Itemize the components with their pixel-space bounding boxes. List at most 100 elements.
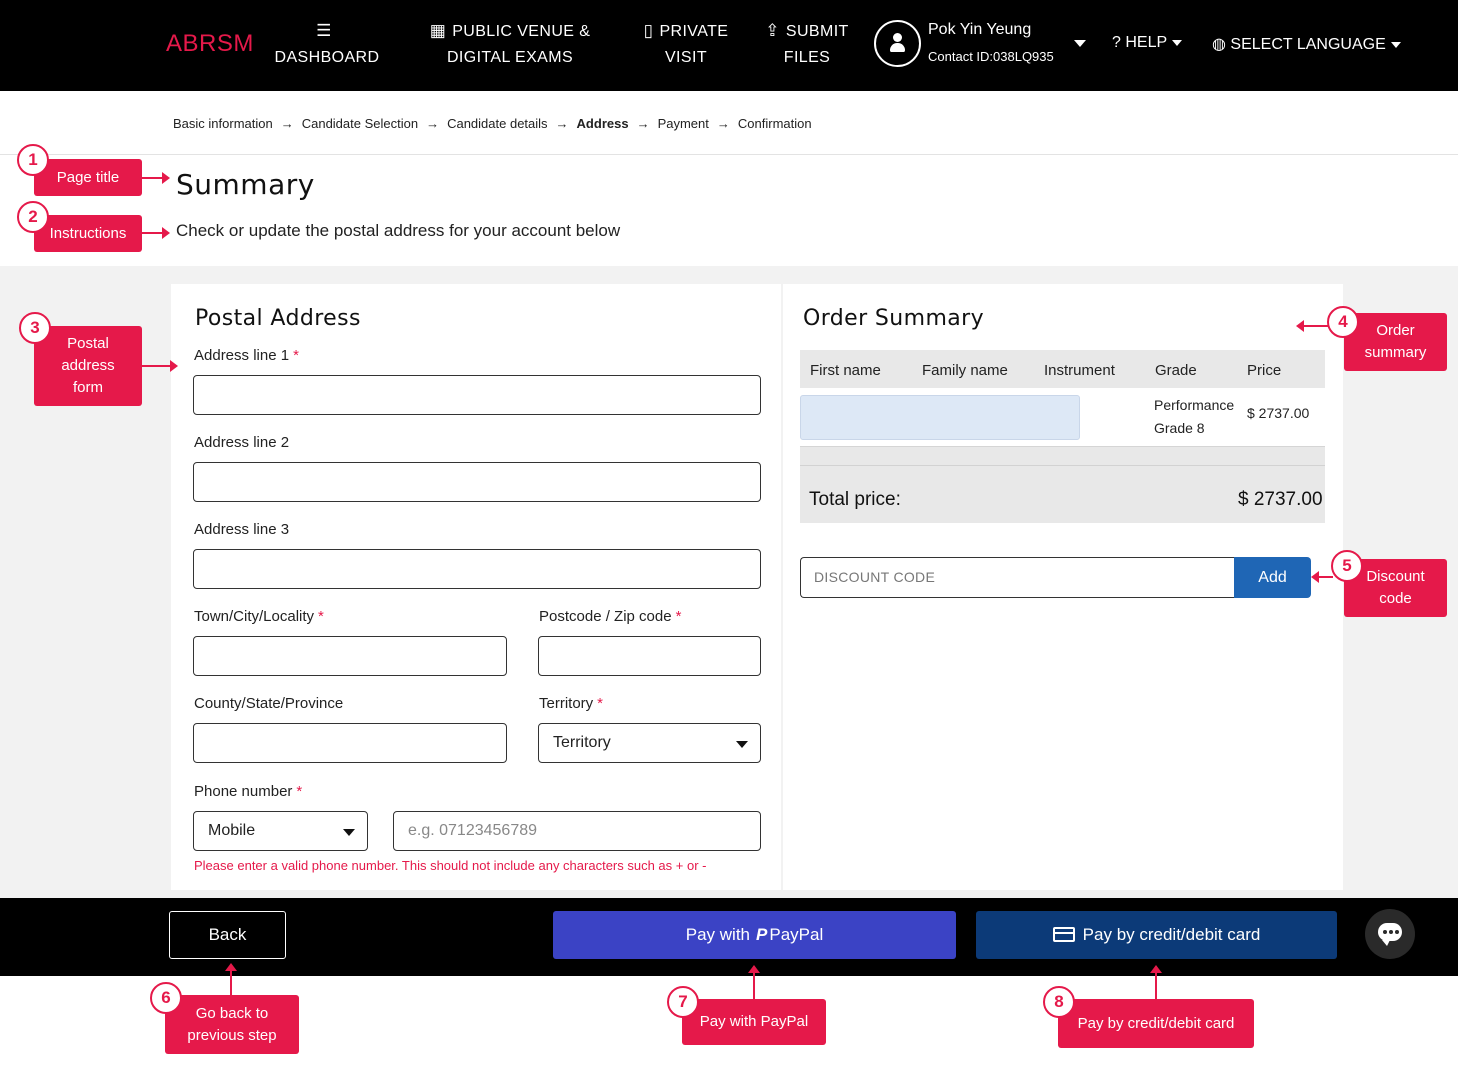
language-menu[interactable]: ◍ SELECT LANGUAGE bbox=[1212, 34, 1401, 54]
annotation-number-4: 4 bbox=[1327, 306, 1359, 338]
discount-add-button[interactable]: Add bbox=[1234, 557, 1311, 598]
col-first-name: First name bbox=[810, 362, 881, 379]
candidate-name-cell bbox=[800, 395, 1080, 440]
territory-label: Territory * bbox=[539, 695, 604, 712]
id-badge-icon: ▯ bbox=[643, 21, 654, 40]
annotation-page-title: Page title bbox=[34, 159, 142, 196]
arrow-right-icon: → bbox=[636, 116, 650, 131]
annotation-number-3: 3 bbox=[19, 312, 51, 344]
arrow-right-icon: → bbox=[716, 116, 730, 131]
page-instructions: Check or update the postal address for y… bbox=[176, 221, 621, 240]
chevron-down-icon bbox=[343, 829, 355, 836]
abrsm-logo[interactable]: ABRSM bbox=[166, 30, 254, 58]
table-spacer bbox=[800, 446, 1325, 465]
col-family-name: Family name bbox=[922, 362, 1008, 379]
address-line-2-input[interactable] bbox=[193, 462, 761, 502]
annotation-arrow bbox=[1311, 571, 1333, 583]
phone-type-select[interactable]: Mobile bbox=[193, 811, 368, 851]
annotation-order-summary: Order summary bbox=[1344, 313, 1447, 371]
annotation-go-back: Go back to previous step bbox=[165, 995, 299, 1054]
phone-error-message: Please enter a valid phone number. This … bbox=[194, 858, 707, 873]
help-menu[interactable]: ? HELP bbox=[1112, 34, 1183, 52]
price-cell: $ 2737.00 bbox=[1247, 405, 1310, 421]
user-contact-id: Contact ID:038LQ935 bbox=[928, 49, 1054, 64]
pay-by-card-button[interactable]: Pay by credit/debit card bbox=[976, 911, 1337, 959]
chevron-down-icon bbox=[1390, 41, 1401, 48]
annotation-arrow bbox=[142, 360, 178, 372]
language-label: SELECT LANGUAGE bbox=[1230, 36, 1386, 53]
postcode-label: Postcode / Zip code * bbox=[539, 608, 682, 625]
nav-submit-label-1: SUBMIT bbox=[785, 23, 849, 40]
annotation-arrow bbox=[142, 172, 170, 184]
annotation-arrow bbox=[1150, 965, 1162, 1000]
breadcrumb-candidate-selection[interactable]: Candidate Selection bbox=[302, 116, 418, 131]
annotation-number-2: 2 bbox=[17, 201, 49, 233]
help-label: HELP bbox=[1125, 34, 1168, 51]
nav-dashboard-label: DASHBOARD bbox=[274, 49, 380, 66]
address-line-3-label: Address line 3 bbox=[194, 521, 290, 538]
total-price-label: Total price: bbox=[809, 489, 901, 510]
phone-type-value: Mobile bbox=[208, 822, 256, 839]
discount-code-input[interactable]: DISCOUNT CODE bbox=[800, 557, 1234, 598]
col-price: Price bbox=[1247, 362, 1282, 379]
breadcrumb-payment: Payment bbox=[657, 116, 709, 131]
phone-number-input[interactable]: e.g. 07123456789 bbox=[393, 811, 761, 851]
user-name[interactable]: Pok Yin Yeung bbox=[928, 21, 1031, 39]
nav-submit-files[interactable]: ⇪ SUBMIT FILES bbox=[756, 18, 858, 71]
annotation-pay-with-paypal: Pay with PayPal bbox=[682, 999, 826, 1045]
county-label: County/State/Province bbox=[194, 695, 344, 712]
page-title: Summary bbox=[176, 168, 315, 201]
address-line-2-label: Address line 2 bbox=[194, 434, 290, 451]
annotation-arrow bbox=[1296, 320, 1328, 332]
annotation-arrow bbox=[142, 227, 170, 239]
annotation-number-5: 5 bbox=[1331, 550, 1363, 582]
user-icon[interactable] bbox=[874, 20, 921, 67]
breadcrumb-candidate-details[interactable]: Candidate details bbox=[447, 116, 547, 131]
address-line-1-label: Address line 1 * bbox=[194, 347, 299, 364]
calendar-icon: ▦ bbox=[429, 21, 447, 40]
annotation-arrow bbox=[748, 965, 760, 1000]
total-price-value: $ 2737.00 bbox=[1238, 489, 1323, 510]
address-line-3-input[interactable] bbox=[193, 549, 761, 589]
annotation-number-6: 6 bbox=[150, 982, 182, 1014]
nav-private-label-1: PRIVATE bbox=[659, 23, 729, 40]
town-input[interactable] bbox=[193, 636, 507, 676]
nav-dashboard[interactable]: ☰ DASHBOARD bbox=[270, 18, 384, 71]
user-menu-chevron-down-icon[interactable] bbox=[1074, 40, 1086, 47]
annotation-number-7: 7 bbox=[667, 986, 699, 1018]
arrow-right-icon: → bbox=[555, 116, 569, 131]
paypal-icon: P bbox=[756, 925, 768, 944]
nav-public-label-1: PUBLIC VENUE & bbox=[452, 23, 591, 40]
credit-card-icon bbox=[1052, 927, 1075, 942]
divider bbox=[0, 154, 1458, 155]
nav-submit-label-2: FILES bbox=[783, 49, 831, 66]
pay-with-paypal-button[interactable]: Pay with P PayPal bbox=[553, 911, 956, 959]
chat-icon[interactable] bbox=[1365, 909, 1415, 959]
arrow-right-icon: → bbox=[280, 116, 294, 131]
address-line-1-input[interactable] bbox=[193, 375, 761, 415]
county-input[interactable] bbox=[193, 723, 507, 763]
territory-value: Territory bbox=[553, 734, 611, 751]
nav-private-label-2: VISIT bbox=[664, 49, 707, 66]
globe-icon: ◍ bbox=[1212, 36, 1226, 53]
back-button[interactable]: Back bbox=[169, 911, 286, 959]
territory-select[interactable]: Territory bbox=[538, 723, 761, 763]
nav-public-venue[interactable]: ▦ PUBLIC VENUE & DIGITAL EXAMS bbox=[418, 18, 602, 71]
postal-address-heading: Postal Address bbox=[195, 306, 361, 331]
phone-label: Phone number * bbox=[194, 783, 303, 800]
annotation-postal-address-form: Postal address form bbox=[34, 326, 142, 406]
breadcrumb-address: Address bbox=[576, 116, 629, 131]
nav-private-visit[interactable]: ▯ PRIVATE VISIT bbox=[634, 18, 738, 71]
upload-icon: ⇪ bbox=[765, 21, 780, 40]
arrow-right-icon: → bbox=[426, 116, 440, 131]
order-summary-heading: Order Summary bbox=[803, 306, 985, 331]
top-navigation: ABRSM ☰ DASHBOARD ▦ PUBLIC VENUE & DIGITA… bbox=[0, 0, 1458, 91]
annotation-number-1: 1 bbox=[17, 144, 49, 176]
breadcrumb-confirmation: Confirmation bbox=[737, 116, 812, 131]
chevron-down-icon bbox=[736, 741, 748, 748]
annotation-arrow bbox=[225, 963, 237, 996]
postcode-input[interactable] bbox=[538, 636, 761, 676]
annotation-number-8: 8 bbox=[1043, 986, 1075, 1018]
breadcrumb-basic-information[interactable]: Basic information bbox=[173, 116, 273, 131]
breadcrumb: Basic information → Candidate Selection → … bbox=[173, 116, 820, 131]
